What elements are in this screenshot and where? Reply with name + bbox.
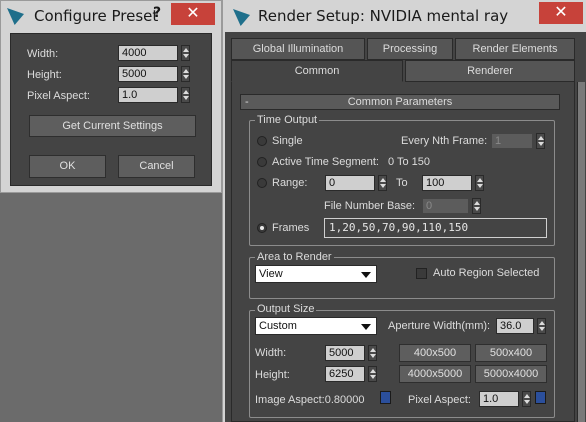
rollout-title: Common Parameters [347,96,453,108]
range-end-field[interactable]: 100 [422,175,472,191]
auto-region-selected-checkbox[interactable] [416,268,427,279]
output-pixel-aspect-label: Pixel Aspect: [408,394,471,406]
every-nth-frame-spinner[interactable] [536,133,545,149]
lock-pixel-aspect-icon[interactable] [535,391,546,404]
output-height-label: Height: [255,369,290,381]
tab-global-illumination[interactable]: Global Illumination [231,38,365,60]
width-label: Width: [27,48,59,60]
preset-500x400-button[interactable]: 500x400 [475,344,547,362]
ok-button[interactable]: OK [29,155,106,178]
output-height-field[interactable]: 6250 [325,366,365,382]
tab-render-elements[interactable]: Render Elements [455,38,575,60]
single-label: Single [272,135,303,147]
pixel-aspect-spinner[interactable] [181,87,190,103]
tab-renderer[interactable]: Renderer [405,60,575,82]
time-output-title: Time Output [255,114,320,127]
active-time-segment-value: 0 To 150 [388,156,431,168]
chevron-down-icon [361,324,371,330]
range-start-spinner[interactable] [378,175,387,191]
scrollbar[interactable] [577,82,585,422]
auto-region-selected-label: Auto Region Selected [433,267,540,279]
preset-400x500-button[interactable]: 400x500 [399,344,471,362]
output-width-spinner[interactable] [368,345,377,361]
render-setup-body: Global Illumination Processing Render El… [225,32,586,422]
every-nth-frame-field[interactable]: 1 [491,133,533,149]
active-time-segment-radio[interactable] [257,157,267,167]
output-pixel-aspect-field[interactable]: 1.0 [479,391,519,407]
frames-label: Frames [272,222,310,234]
range-to-label: To [396,177,408,189]
output-width-label: Width: [255,347,287,359]
file-number-base-label: File Number Base: [324,200,416,212]
every-nth-frame-label: Every Nth Frame: [401,135,488,147]
range-label: Range: [272,177,308,189]
output-size-dropdown[interactable]: Custom [255,317,377,335]
get-current-settings-button[interactable]: Get Current Settings [29,115,196,137]
frames-field[interactable]: 1,20,50,70,90,110,150 [324,218,547,238]
app-logo-icon [233,9,250,26]
frames-radio[interactable] [257,223,267,233]
height-spinner[interactable] [181,66,190,82]
output-pixel-aspect-spinner[interactable] [522,391,531,407]
image-aspect-label: Image Aspect:0.80000 [255,394,365,406]
pixel-aspect-label: Pixel Aspect: [27,90,90,102]
output-width-field[interactable]: 5000 [325,345,365,361]
width-field[interactable]: 4000 [118,45,178,61]
file-number-base-field[interactable]: 0 [422,198,469,214]
area-to-render-dropdown[interactable]: View [255,265,377,283]
aperture-width-spinner[interactable] [537,318,546,334]
area-to-render-selected: View [259,268,283,280]
range-start-field[interactable]: 0 [325,175,375,191]
output-height-spinner[interactable] [368,366,377,382]
common-parameters-rollout[interactable]: - Common Parameters [240,94,560,110]
lock-image-aspect-icon[interactable] [380,391,391,404]
height-label: Height: [27,69,62,81]
app-logo-icon [7,8,24,25]
render-setup-window: Render Setup: NVIDIA mental ray ✕ Global… [222,0,586,422]
width-spinner[interactable] [181,45,190,61]
preset-4000x5000-button[interactable]: 4000x5000 [399,365,471,383]
aperture-width-field[interactable]: 36.0 [496,318,534,334]
configure-preset-window: Configure Preset ? ✕ Width: 4000 Height:… [0,0,222,193]
close-button[interactable]: ✕ [539,2,583,24]
render-setup-title: Render Setup: NVIDIA mental ray [258,7,509,25]
height-field[interactable]: 5000 [118,66,178,82]
range-end-spinner[interactable] [475,175,484,191]
tab-processing[interactable]: Processing [367,38,453,60]
area-to-render-title: Area to Render [255,251,334,264]
tab-common[interactable]: Common [231,60,403,82]
preset-5000x4000-button[interactable]: 5000x4000 [475,365,547,383]
output-size-selected: Custom [259,320,297,332]
file-number-base-spinner[interactable] [472,198,481,214]
output-size-title: Output Size [255,303,317,316]
close-button[interactable]: ✕ [171,3,215,25]
configure-preset-title: Configure Preset [34,7,159,25]
cancel-button[interactable]: Cancel [118,155,195,178]
aperture-width-label: Aperture Width(mm): [388,320,491,332]
pixel-aspect-field[interactable]: 1.0 [118,87,178,103]
single-radio[interactable] [257,136,267,146]
chevron-down-icon [361,272,371,278]
range-radio[interactable] [257,178,267,188]
configure-preset-body: Width: 4000 Height: 5000 Pixel Aspect: 1… [10,33,212,186]
active-time-segment-label: Active Time Segment: [272,156,379,168]
help-icon[interactable]: ? [153,5,161,21]
